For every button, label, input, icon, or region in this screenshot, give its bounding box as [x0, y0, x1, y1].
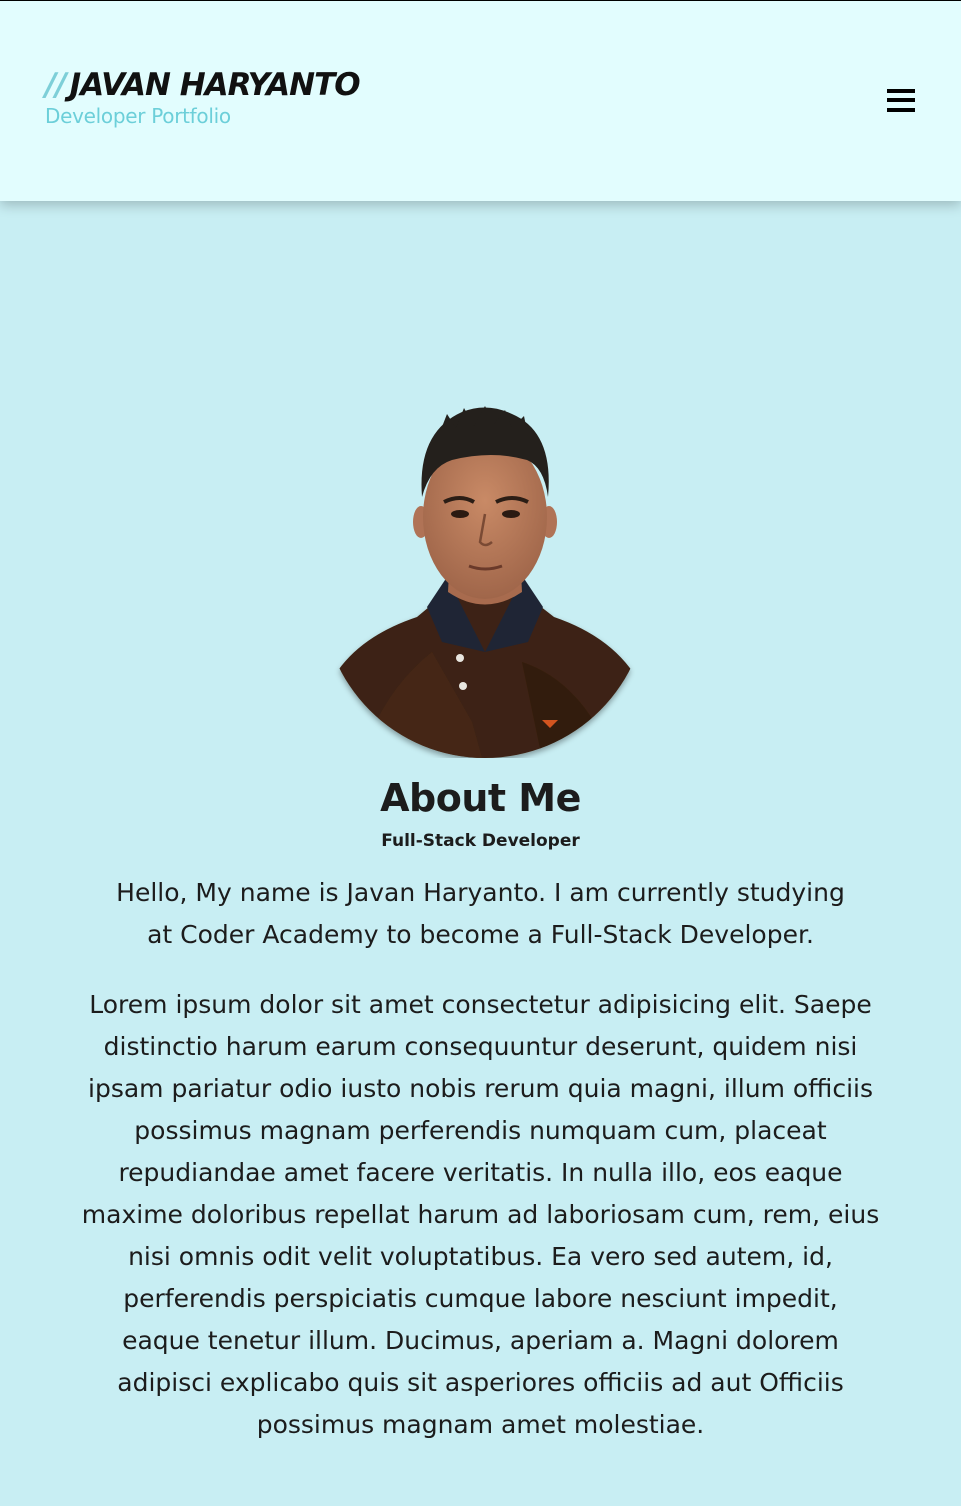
avatar-portrait-image [322, 406, 648, 758]
brand[interactable]: // JAVAN HARYANTO Developer Portfolio [45, 67, 361, 129]
about-role: Full-Stack Developer [381, 831, 580, 851]
brand-name: JAVAN HARYANTO [69, 67, 361, 103]
brand-title: // JAVAN HARYANTO [45, 67, 361, 103]
menu-bar [887, 89, 915, 93]
brand-subtitle: Developer Portfolio [45, 104, 231, 128]
about-section: About Me Full-Stack Developer Hello, My … [0, 770, 961, 1446]
menu-bar [887, 108, 915, 112]
avatar [322, 402, 648, 758]
about-intro: Hello, My name is Javan Haryanto. I am c… [116, 878, 845, 949]
about-body: Lorem ipsum dolor sit amet consectetur a… [81, 990, 880, 1439]
hamburger-menu-icon[interactable] [884, 87, 918, 117]
menu-bar [887, 98, 915, 102]
about-title: About Me [380, 776, 581, 820]
brand-slashes: // [45, 67, 67, 103]
page: // JAVAN HARYANTO Developer Portfolio Ab… [0, 0, 961, 1506]
site-header: // JAVAN HARYANTO Developer Portfolio [0, 1, 961, 201]
